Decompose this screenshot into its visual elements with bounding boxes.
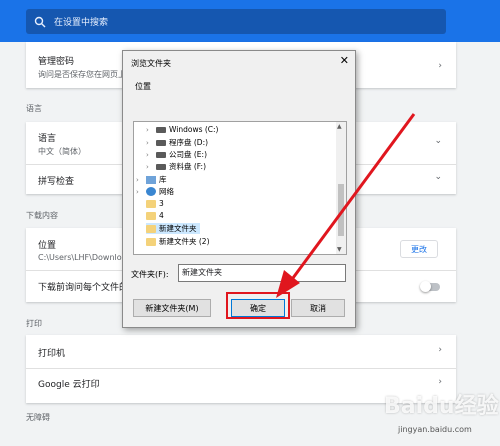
annotation-arrow [276,113,416,298]
watermark-url: jingyan.baidu.com [398,425,472,434]
baidu-watermark: Baidu经验 [384,394,499,419]
